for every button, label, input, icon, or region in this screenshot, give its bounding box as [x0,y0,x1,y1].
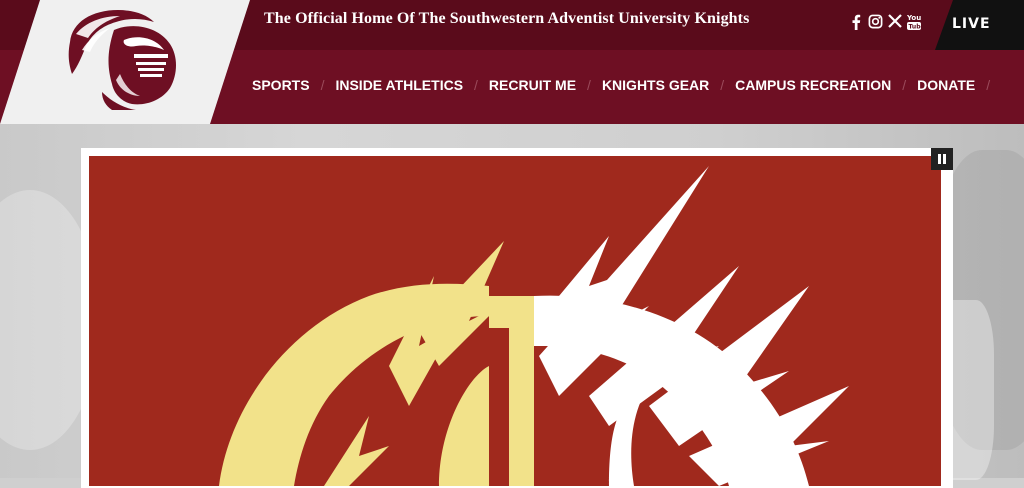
main-nav: SPORTS / INSIDE ATHLETICS / RECRUIT ME /… [252,77,1001,93]
pause-icon [943,154,946,164]
youtube-icon[interactable]: You Tube [906,13,922,31]
nav-item-recruit-me[interactable]: RECRUIT ME [489,77,576,93]
lightning-logo-graphic [219,166,849,486]
site-header: The Official Home Of The Southwestern Ad… [0,0,1024,124]
nav-item-sports[interactable]: SPORTS [252,77,310,93]
nav-separator: / [720,77,725,93]
pause-button[interactable] [931,148,953,170]
instagram-icon[interactable] [868,14,883,29]
site-title: The Official Home Of The Southwestern Ad… [264,10,750,27]
nav-item-inside-athletics[interactable]: INSIDE ATHLETICS [335,77,463,93]
pause-icon [938,154,941,164]
nav-item-donate[interactable]: DONATE [917,77,975,93]
facebook-icon[interactable] [851,14,861,30]
live-button[interactable]: LIVE [952,16,991,32]
svg-text:Tube: Tube [909,24,923,31]
nav-separator: / [320,77,325,93]
hero-slide-image [89,156,941,486]
x-icon[interactable] [888,14,902,28]
knight-logo-icon [68,10,176,110]
home-logo-link[interactable] [0,0,250,124]
nav-item-knights-gear[interactable]: KNIGHTS GEAR [602,77,709,93]
nav-separator: / [587,77,591,93]
nav-separator: / [474,77,478,93]
nav-separator: / [986,77,991,93]
nav-item-campus-recreation[interactable]: CAMPUS RECREATION [735,77,891,93]
nav-separator: / [902,77,907,93]
svg-text:You: You [906,14,921,22]
